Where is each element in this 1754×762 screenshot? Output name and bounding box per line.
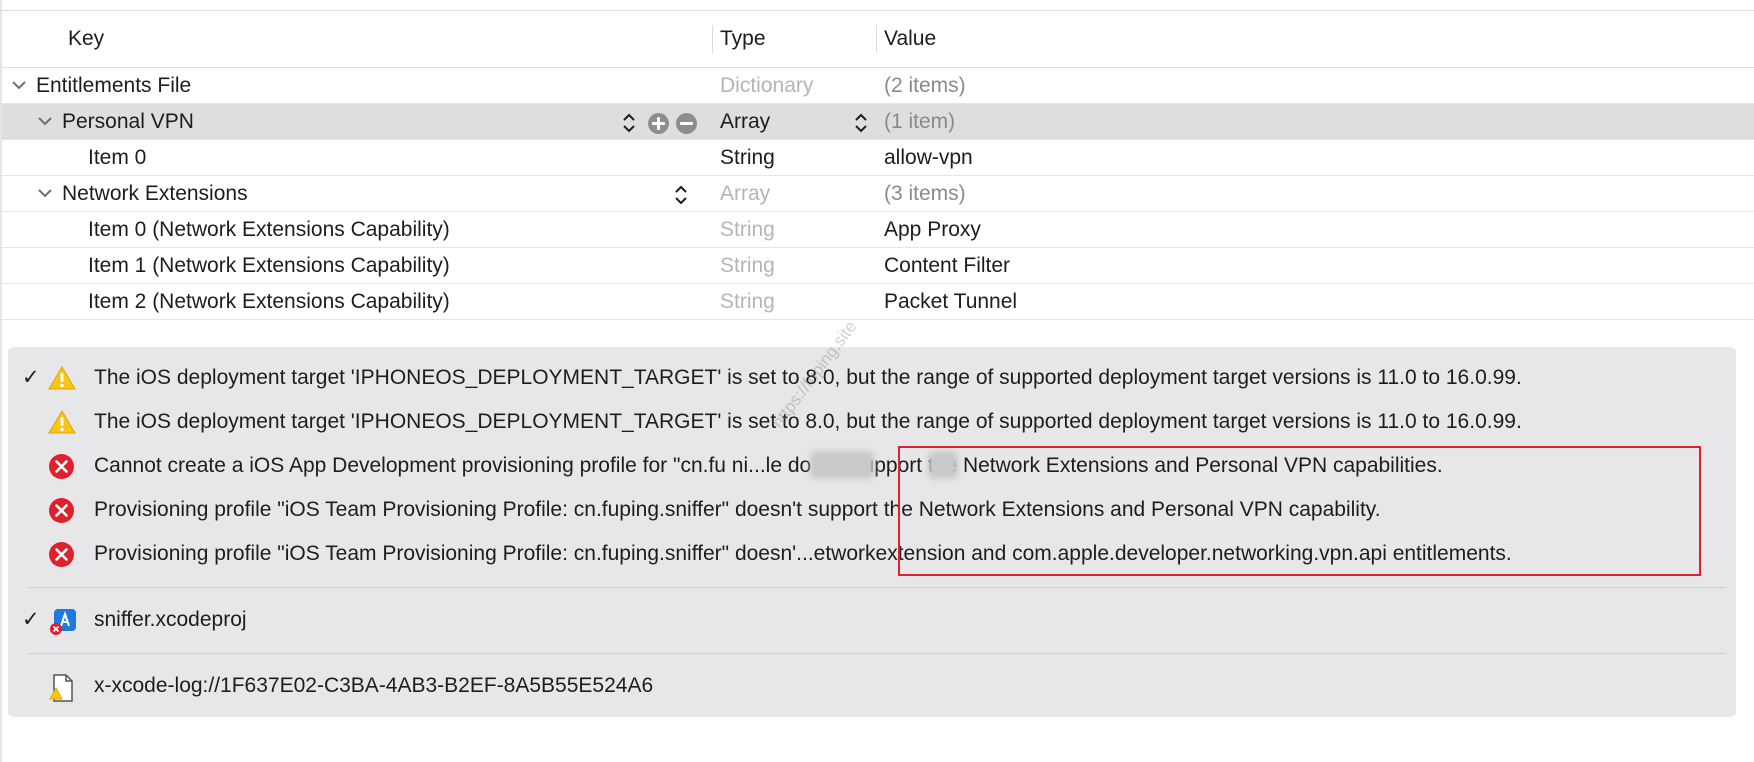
chevron-down-icon[interactable] [36, 111, 54, 131]
issues-divider [28, 653, 1726, 654]
row-key[interactable]: Entitlements File [36, 68, 191, 103]
key-stepper-icon[interactable] [674, 184, 688, 206]
row-key[interactable]: Item 0 (Network Extensions Capability) [88, 212, 450, 247]
column-divider[interactable] [712, 25, 713, 53]
plist-editor: Key Type Value Entitlements File Diction… [2, 11, 1754, 320]
add-item-button[interactable] [648, 113, 669, 134]
column-header-type[interactable]: Type [720, 27, 766, 51]
row-type: String [720, 254, 775, 277]
row-key[interactable]: Item 2 (Network Extensions Capability) [88, 284, 450, 319]
expanded-check-icon[interactable]: ✓ [22, 602, 40, 638]
table-row-entitlements-file[interactable]: Entitlements File Dictionary (2 items) [2, 68, 1754, 104]
table-row-personal-vpn[interactable]: Personal VPN Array (1 item) [2, 104, 1754, 140]
key-stepper-icon[interactable] [622, 112, 636, 134]
log-row[interactable]: x-xcode-log://1F637E02-C3BA-4AB3-B2EF-8A… [8, 668, 1736, 704]
error-icon [49, 542, 74, 567]
error-icon [49, 454, 74, 479]
remove-item-button[interactable] [676, 113, 697, 134]
log-link[interactable]: x-xcode-log://1F637E02-C3BA-4AB3-B2EF-8A… [94, 668, 653, 704]
row-key[interactable]: Item 1 (Network Extensions Capability) [88, 248, 450, 283]
table-row-item-0-network-extension[interactable]: Item 0 (Network Extensions Capability) S… [2, 212, 1754, 248]
column-header-key[interactable]: Key [68, 27, 104, 51]
row-value[interactable]: allow-vpn [884, 140, 973, 175]
log-document-icon [49, 674, 73, 702]
error-icon [49, 498, 74, 523]
chevron-down-icon[interactable] [36, 183, 54, 203]
column-header-value[interactable]: Value [884, 27, 936, 51]
row-type: String [720, 218, 775, 241]
issue-row-warning[interactable]: ✓ The iOS deployment target 'IPHONEOS_DE… [8, 360, 1736, 396]
xcodeproj-icon [50, 609, 76, 635]
issue-message: The iOS deployment target 'IPHONEOS_DEPL… [94, 410, 1522, 433]
row-type[interactable]: String [720, 140, 775, 175]
row-type: Array [720, 182, 771, 205]
issues-divider [28, 587, 1726, 588]
row-value: (3 items) [884, 182, 966, 205]
row-type[interactable]: Array [720, 104, 770, 139]
row-value: (2 items) [884, 74, 966, 97]
row-value[interactable]: App Proxy [884, 212, 981, 247]
table-row-item-2-network-extension[interactable]: Item 2 (Network Extensions Capability) S… [2, 284, 1754, 320]
row-value: (1 item) [884, 110, 956, 133]
row-key[interactable]: Item 0 [88, 140, 146, 175]
project-row[interactable]: ✓ sniffer.xcodeproj [8, 602, 1736, 638]
row-type: Dictionary [720, 74, 814, 97]
row-key[interactable]: Personal VPN [62, 104, 194, 139]
row-value[interactable]: Content Filter [884, 248, 1010, 283]
highlight-annotation-box [898, 446, 1701, 576]
table-row-network-extensions[interactable]: Network Extensions Array (3 items) [2, 176, 1754, 212]
row-key[interactable]: Network Extensions [62, 176, 248, 211]
row-value[interactable]: Packet Tunnel [884, 284, 1017, 319]
column-divider[interactable] [876, 25, 877, 53]
warning-icon [48, 366, 76, 390]
project-name[interactable]: sniffer.xcodeproj [94, 602, 247, 638]
table-row-item-1-network-extension[interactable]: Item 1 (Network Extensions Capability) S… [2, 248, 1754, 284]
issue-row-warning[interactable]: The iOS deployment target 'IPHONEOS_DEPL… [8, 404, 1736, 440]
expanded-check-icon[interactable]: ✓ [22, 360, 40, 396]
row-type: String [720, 290, 775, 313]
type-stepper-icon[interactable] [854, 112, 868, 134]
table-header: Key Type Value [2, 11, 1754, 68]
redacted-region [810, 451, 874, 479]
warning-icon [48, 410, 76, 434]
table-row-item-0[interactable]: Item 0 String allow-vpn [2, 140, 1754, 176]
chevron-down-icon[interactable] [10, 75, 28, 95]
